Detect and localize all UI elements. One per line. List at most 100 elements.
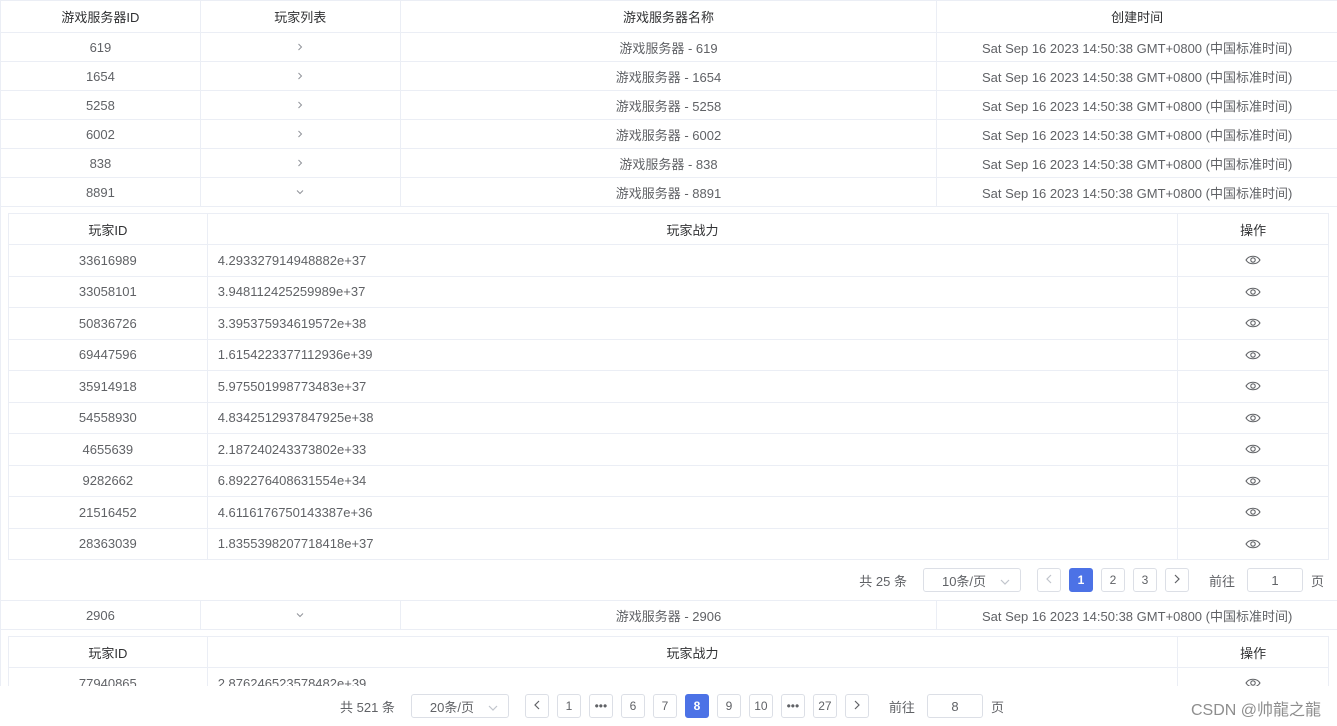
player-table-header: 玩家ID 玩家战力 操作 <box>9 214 1328 245</box>
view-button[interactable] <box>1178 308 1328 339</box>
main-page-button[interactable]: 7 <box>652 694 677 718</box>
table-row[interactable]: 5258 游戏服务器 - 5258 Sat Sep 16 2023 14:50:38… <box>1 91 1337 120</box>
player-power-cell: 4.8342512937847925e+38 <box>208 402 1179 433</box>
view-button[interactable] <box>1178 497 1328 528</box>
player-id-cell: 54558930 <box>9 402 208 433</box>
main-pagination-bar: 共 521 条 20条/页 1 ••• 6789 10 ••• 27 前往 页 <box>0 686 1337 726</box>
expand-toggle[interactable] <box>201 178 401 206</box>
table-row[interactable]: 2906 游戏服务器 - 2906 Sat Sep 16 2023 14:50:… <box>1 601 1337 630</box>
server-id-cell: 1654 <box>1 62 201 90</box>
server-name-cell: 游戏服务器 - 5258 <box>401 91 938 119</box>
expand-toggle[interactable] <box>201 149 401 177</box>
view-button[interactable] <box>1178 340 1328 371</box>
player-power-cell: 4.6116176750143387e+36 <box>208 497 1179 528</box>
created-time-cell: Sat Sep 16 2023 14:50:38 GMT+0800 (中国标准时… <box>981 98 1293 114</box>
view-button[interactable] <box>1178 371 1328 402</box>
main-more-pages-button[interactable]: ••• <box>588 694 613 718</box>
main-next-page-button[interactable] <box>844 694 869 718</box>
created-time-cell: Sat Sep 16 2023 14:50:38 GMT+0800 (中国标准时… <box>981 127 1293 143</box>
chevron-right-icon <box>295 100 305 110</box>
created-time-cell: Sat Sep 16 2023 14:50:38 GMT+0800 (中国标准时… <box>981 185 1293 201</box>
player-id-cell: 21516452 <box>9 497 208 528</box>
chevron-down-icon <box>295 187 305 197</box>
main-goto-input[interactable] <box>926 694 983 718</box>
view-button[interactable] <box>1178 529 1328 560</box>
chevron-down-icon <box>295 610 305 620</box>
server-name-cell: 游戏服务器 - 2906 <box>401 601 938 629</box>
header-player-power: 玩家战力 <box>208 637 1179 667</box>
player-page-button[interactable]: 2 <box>1100 568 1125 592</box>
view-button[interactable] <box>1178 466 1328 497</box>
chevron-left-icon <box>1045 573 1053 587</box>
view-button[interactable] <box>1178 245 1328 276</box>
table-row: 21516452 4.6116176750143387e+36 <box>9 497 1328 529</box>
main-page-button[interactable]: 8 <box>684 694 709 718</box>
server-name-cell: 游戏服务器 - 1654 <box>401 62 938 90</box>
view-button[interactable] <box>1178 434 1328 465</box>
table-row: 35914918 5.975501998773483e+37 <box>9 371 1328 403</box>
expand-toggle[interactable] <box>201 33 401 61</box>
chevron-right-icon <box>295 71 305 81</box>
eye-icon <box>1245 443 1261 455</box>
created-time-cell: Sat Sep 16 2023 14:50:38 GMT+0800 (中国标准时… <box>981 69 1293 85</box>
main-prev-page-button[interactable] <box>524 694 549 718</box>
expand-toggle[interactable] <box>201 601 401 629</box>
header-server-name: 游戏服务器名称 <box>401 1 938 32</box>
player-pagination: 共 25 条 10条/页 123 前往 页 <box>8 560 1329 600</box>
view-button[interactable] <box>1178 277 1328 308</box>
player-total-count: 共 25 条 <box>859 573 907 589</box>
main-page-button[interactable]: 27 <box>812 694 837 718</box>
eye-icon <box>1245 317 1261 329</box>
eye-icon <box>1245 286 1261 298</box>
chevron-down-icon <box>488 699 498 714</box>
main-more-pages-button[interactable]: ••• <box>780 694 805 718</box>
player-power-cell: 6.892276408631554e+34 <box>208 465 1179 496</box>
player-id-cell: 33616989 <box>9 245 208 276</box>
player-id-cell: 33058101 <box>9 276 208 307</box>
header-player-id: 玩家ID <box>9 214 208 244</box>
main-page-button[interactable]: 6 <box>620 694 645 718</box>
player-page-button[interactable]: 1 <box>1068 568 1093 592</box>
player-page-button[interactable]: 3 <box>1132 568 1157 592</box>
chevron-down-icon <box>1000 573 1010 588</box>
created-time-cell: Sat Sep 16 2023 14:50:38 GMT+0800 (中国标准时… <box>981 40 1293 56</box>
player-next-page-button[interactable] <box>1164 568 1189 592</box>
table-row[interactable]: 8891 游戏服务器 - 8891 Sat Sep 16 2023 14:50:38… <box>1 178 1337 207</box>
player-id-cell: 28363039 <box>9 528 208 559</box>
table-row: 33058101 3.948112425259989e+37 <box>9 276 1328 308</box>
expand-toggle[interactable] <box>201 120 401 148</box>
server-name-cell: 游戏服务器 - 8891 <box>401 178 938 206</box>
table-row: 50836726 3.395375934619572e+38 <box>9 308 1328 340</box>
player-power-cell: 1.6154223377112936e+39 <box>208 339 1179 370</box>
header-player-power: 玩家战力 <box>208 214 1179 244</box>
server-id-cell: 5258 <box>1 91 201 119</box>
created-time-cell: Sat Sep 16 2023 14:50:38 GMT+0800 (中国标准时… <box>981 156 1293 172</box>
eye-icon <box>1245 349 1261 361</box>
main-page-button[interactable]: 1 <box>556 694 581 718</box>
eye-icon <box>1245 506 1261 518</box>
expand-toggle[interactable] <box>201 91 401 119</box>
main-page-button[interactable]: 10 <box>748 694 773 718</box>
player-table-header-2: 玩家ID 玩家战力 操作 <box>9 637 1328 668</box>
table-row[interactable]: 1654 游戏服务器 - 1654 Sat Sep 16 2023 14:50:38… <box>1 62 1337 91</box>
player-goto-page: 前往 页 <box>1209 568 1324 592</box>
chevron-right-icon <box>1173 573 1181 587</box>
table-row[interactable]: 619 游戏服务器 - 619 Sat Sep 16 2023 14:50:38 G… <box>1 33 1337 62</box>
main-page-size-select[interactable]: 20条/页 <box>410 694 509 718</box>
player-prev-page-button[interactable] <box>1036 568 1061 592</box>
player-goto-suffix: 页 <box>1310 573 1324 589</box>
server-table: 游戏服务器ID 玩家列表 游戏服务器名称 创建时间 619 游戏服务器 - 619… <box>0 0 1337 700</box>
player-id-cell: 50836726 <box>9 308 208 339</box>
player-goto-input[interactable] <box>1246 568 1303 592</box>
view-button[interactable] <box>1178 403 1328 434</box>
header-player-list: 玩家列表 <box>201 1 401 32</box>
server-id-cell: 8891 <box>1 178 201 206</box>
player-page-size-value: 10条/页 <box>941 573 987 589</box>
chevron-right-icon <box>295 42 305 52</box>
player-power-cell: 3.395375934619572e+38 <box>208 308 1179 339</box>
table-row[interactable]: 838 游戏服务器 - 838 Sat Sep 16 2023 14:50:38 G… <box>1 149 1337 178</box>
player-page-size-select[interactable]: 10条/页 <box>922 568 1021 592</box>
main-page-button[interactable]: 9 <box>716 694 741 718</box>
expand-toggle[interactable] <box>201 62 401 90</box>
table-row[interactable]: 6002 游戏服务器 - 6002 Sat Sep 16 2023 14:50:38… <box>1 120 1337 149</box>
